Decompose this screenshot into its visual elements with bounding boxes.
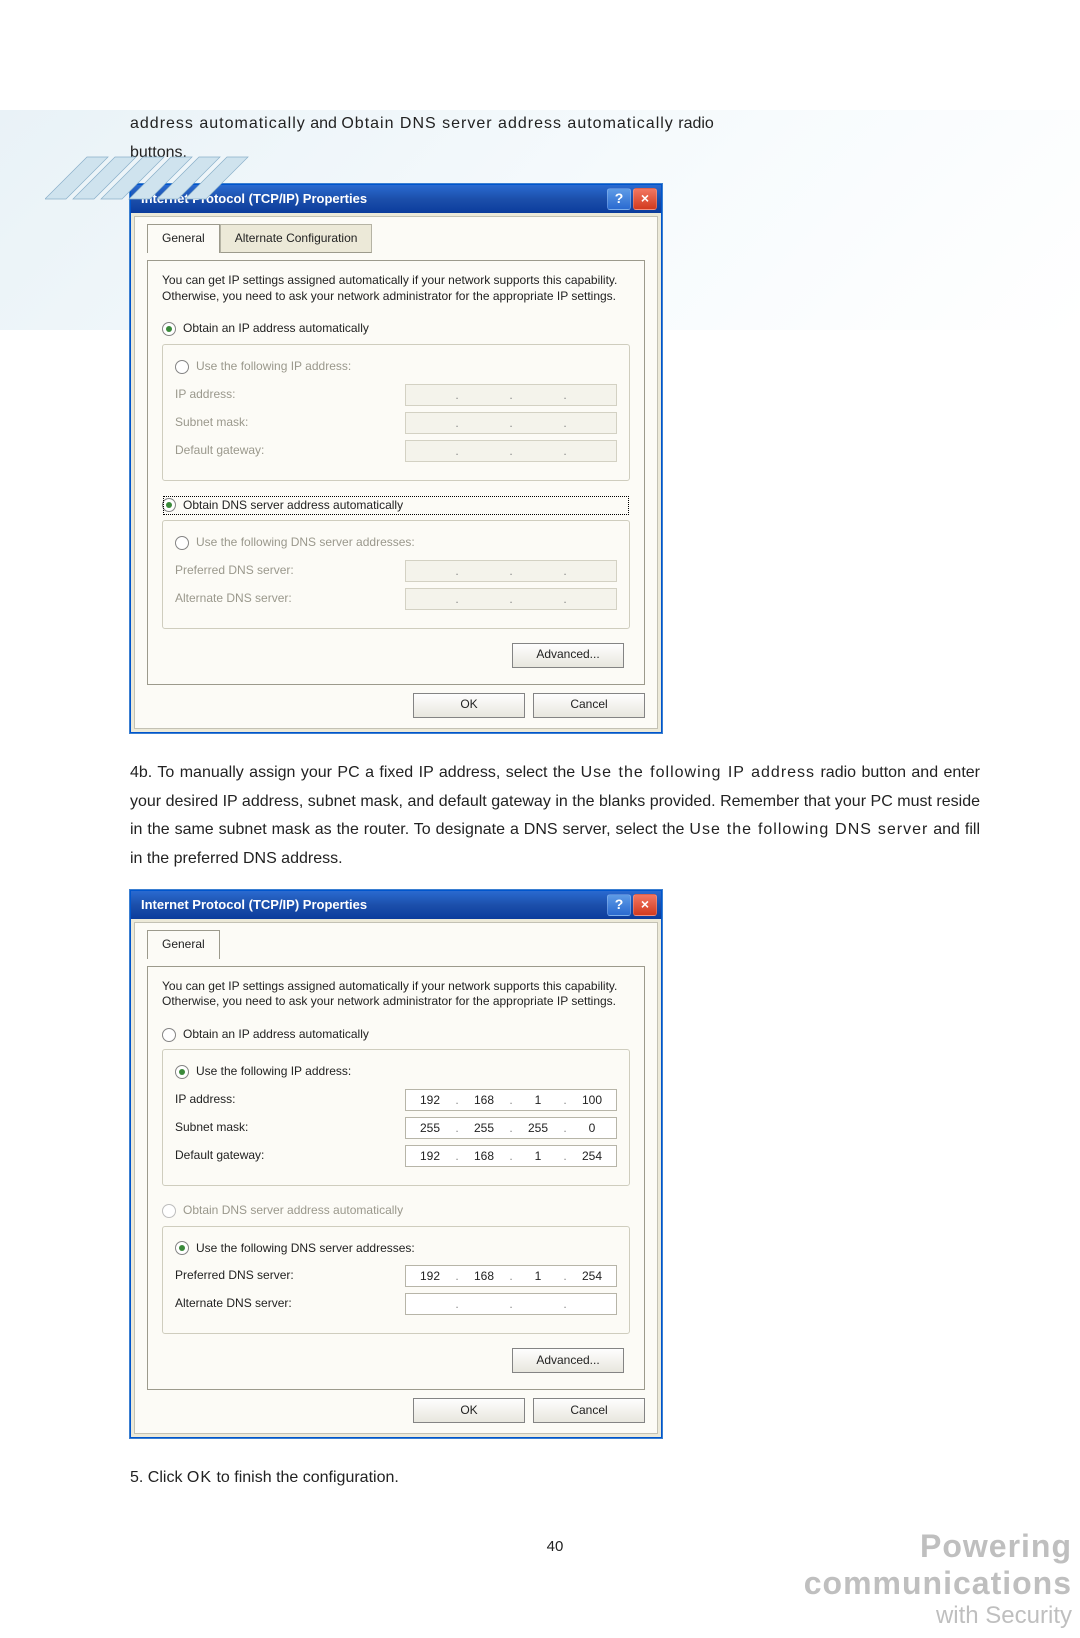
lbl-subnet-mask: Subnet mask:	[175, 1117, 248, 1139]
radio-icon	[175, 1241, 189, 1255]
lbl-default-gateway: Default gateway:	[175, 440, 264, 462]
lbl-ip-address: IP address:	[175, 384, 235, 406]
radio-use-dns[interactable]: Use the following DNS server addresses:	[175, 1238, 617, 1260]
advanced-button[interactable]: Advanced...	[512, 1348, 624, 1373]
default-gateway-field[interactable]: 192. 168. 1. 254	[405, 1145, 617, 1167]
page-number: 40	[130, 1533, 980, 1560]
radio-icon	[175, 1065, 189, 1079]
tab-alternate-configuration[interactable]: Alternate Configuration	[220, 224, 373, 254]
radio-icon	[175, 360, 189, 374]
lbl-ip-address: IP address:	[175, 1089, 235, 1111]
lbl-subnet-mask: Subnet mask:	[175, 412, 248, 434]
radio-icon	[162, 1028, 176, 1042]
radio-use-ip[interactable]: Use the following IP address:	[175, 1061, 617, 1083]
alternate-dns-field: ...	[405, 588, 617, 610]
radio-obtain-dns: Obtain DNS server address automatically	[162, 1200, 630, 1222]
radio-obtain-dns[interactable]: Obtain DNS server address automatically	[162, 495, 630, 517]
step-5-paragraph: 5. Click OK to finish the configuration.	[130, 1464, 980, 1493]
dialog-info-text: You can get IP settings assigned automat…	[162, 979, 630, 1010]
group-use-ip: Use the following IP address: IP address…	[162, 344, 630, 481]
lbl-preferred-dns: Preferred DNS server:	[175, 1265, 294, 1287]
intro-bold-2: Obtain DNS server address automatically	[341, 115, 673, 132]
ok-button[interactable]: OK	[413, 1398, 525, 1423]
help-icon[interactable]: ?	[607, 188, 631, 210]
radio-obtain-ip[interactable]: Obtain an IP address automatically	[162, 1024, 630, 1046]
tab-general[interactable]: General	[147, 224, 220, 254]
dialog-title: Internet Protocol (TCP/IP) Properties	[141, 893, 607, 916]
radio-use-dns[interactable]: Use the following DNS server addresses:	[175, 532, 617, 554]
step-4b-paragraph: 4b. To manually assign your PC a fixed I…	[130, 759, 980, 874]
group-use-dns: Use the following DNS server addresses: …	[162, 520, 630, 629]
alternate-dns-field[interactable]: ...	[405, 1293, 617, 1315]
radio-icon	[175, 536, 189, 550]
radio-icon	[162, 322, 176, 336]
help-icon[interactable]: ?	[607, 894, 631, 916]
tab-general[interactable]: General	[147, 930, 220, 959]
radio-icon	[162, 498, 176, 512]
preferred-dns-field: ...	[405, 560, 617, 582]
lbl-default-gateway: Default gateway:	[175, 1145, 264, 1167]
ip-address-field: ...	[405, 384, 617, 406]
advanced-button[interactable]: Advanced...	[512, 643, 624, 668]
dialog-tcpip-1: Internet Protocol (TCP/IP) Properties ? …	[130, 184, 662, 733]
brand-logo	[45, 155, 325, 215]
cancel-button[interactable]: Cancel	[533, 1398, 645, 1423]
dialog-info-text: You can get IP settings assigned automat…	[162, 273, 630, 304]
lbl-alternate-dns: Alternate DNS server:	[175, 588, 292, 610]
lbl-preferred-dns: Preferred DNS server:	[175, 560, 294, 582]
close-icon[interactable]: ×	[633, 894, 657, 916]
close-icon[interactable]: ×	[633, 188, 657, 210]
group-use-dns: Use the following DNS server addresses: …	[162, 1226, 630, 1335]
radio-icon	[162, 1204, 176, 1218]
subnet-mask-field[interactable]: 255. 255. 255. 0	[405, 1117, 617, 1139]
intro-bold-1: address automatically	[130, 115, 306, 132]
lbl-alternate-dns: Alternate DNS server:	[175, 1293, 292, 1315]
radio-obtain-ip[interactable]: Obtain an IP address automatically	[162, 318, 630, 340]
default-gateway-field: ...	[405, 440, 617, 462]
preferred-dns-field[interactable]: 192. 168. 1. 254	[405, 1265, 617, 1287]
cancel-button[interactable]: Cancel	[533, 693, 645, 718]
ip-address-field[interactable]: 192. 168. 1. 100	[405, 1089, 617, 1111]
subnet-mask-field: ...	[405, 412, 617, 434]
radio-use-ip[interactable]: Use the following IP address:	[175, 356, 617, 378]
dialog-tcpip-2: Internet Protocol (TCP/IP) Properties ? …	[130, 890, 662, 1438]
group-use-ip: Use the following IP address: IP address…	[162, 1049, 630, 1186]
titlebar[interactable]: Internet Protocol (TCP/IP) Properties ? …	[131, 891, 661, 919]
ok-button[interactable]: OK	[413, 693, 525, 718]
